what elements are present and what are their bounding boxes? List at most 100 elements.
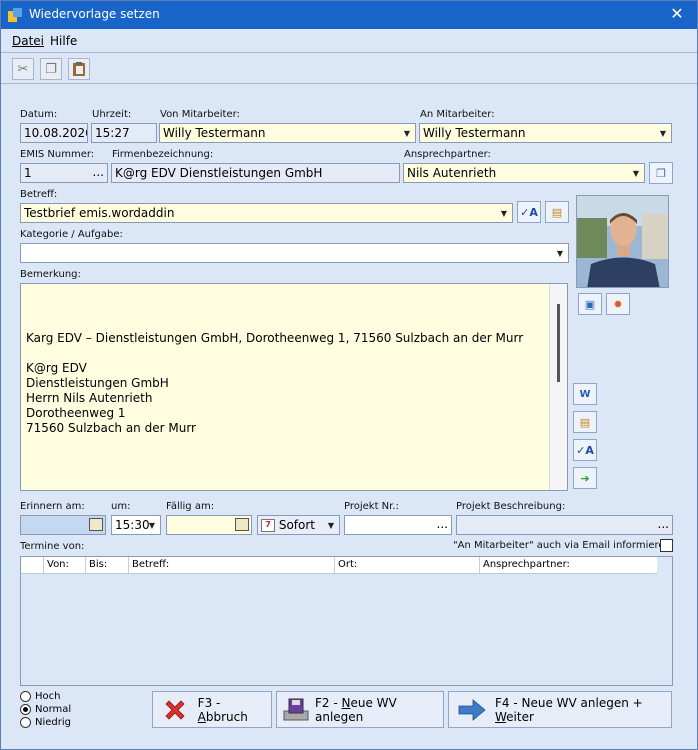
uhrzeit-label: Uhrzeit: — [92, 109, 132, 120]
bemerkung-label: Bemerkung: — [20, 269, 81, 280]
save-disk-shape — [283, 698, 309, 720]
an-mitarbeiter-label: An Mitarbeiter: — [420, 109, 495, 120]
ansprechpartner-label: Ansprechpartner: — [404, 149, 491, 160]
column-betreff[interactable]: Betreff: — [132, 559, 169, 570]
email-informieren-checkbox[interactable] — [660, 539, 673, 552]
erinnern-date-field[interactable] — [20, 515, 106, 535]
column-von[interactable]: Von: — [47, 559, 69, 570]
termine-grid[interactable]: Von: Bis: Betreff: Ort: Ansprechpartner: — [20, 556, 673, 686]
calendar-icon[interactable] — [89, 518, 103, 531]
bemerkung-line: Herrn Nils Autenrieth — [26, 391, 153, 405]
arrow-right-shape — [458, 698, 486, 721]
projekt-browse-button[interactable]: ... — [437, 517, 448, 531]
column-separator — [128, 557, 129, 574]
ansprechpartner-value: Nils Autenrieth — [407, 166, 497, 180]
close-icon[interactable]: ✕ — [667, 4, 687, 23]
bemerkung-textarea[interactable]: Karg EDV – Dienstleistungen GmbH, Doroth… — [20, 283, 568, 491]
priority-normal-label: Normal — [35, 704, 72, 715]
toolbar: ✂ ❐ — [1, 54, 697, 84]
bemerkung-line: Dorotheenweg 1 — [26, 406, 126, 420]
kategorie-select[interactable]: ▼ — [20, 243, 569, 263]
column-ort[interactable]: Ort: — [338, 559, 357, 570]
memo-clipboard-button[interactable]: ▤ — [573, 411, 597, 433]
clipboard-icon: ▤ — [579, 415, 591, 429]
projekt-nr-label: Projekt Nr.: — [344, 501, 399, 512]
avatar — [577, 196, 668, 287]
cut-icon[interactable]: ✂ — [12, 58, 34, 80]
photo-picture-button[interactable]: ▣ — [578, 293, 602, 315]
emis-browse-button[interactable]: ... — [93, 165, 104, 179]
copy-icon[interactable]: ❐ — [40, 58, 62, 80]
ansprechpartner-copy-button[interactable]: ❐ — [649, 162, 673, 184]
spellcheck-icon: ✓A — [576, 443, 594, 457]
projekt-beschreibung-field[interactable]: ... — [456, 515, 673, 535]
column-bis[interactable]: Bis: — [89, 559, 107, 570]
priority-niedrig[interactable]: Niedrig — [20, 717, 71, 728]
von-mitarbeiter-select[interactable]: Willy Testermann ▼ — [159, 123, 416, 143]
column-separator — [479, 557, 480, 574]
abbruch-button[interactable]: F3 - Abbruch — [152, 691, 272, 728]
faellig-date-field[interactable] — [166, 515, 252, 535]
ansprechpartner-select[interactable]: Nils Autenrieth ▼ — [403, 163, 645, 183]
bemerkung-line: Dienstleistungen GmbH — [26, 376, 169, 390]
window-title: Wiedervorlage setzen — [29, 7, 160, 21]
um-time-select[interactable]: 15:30 ▼ — [111, 515, 161, 535]
priority-normal[interactable]: Normal — [20, 704, 71, 715]
copy-pages-icon: ❐ — [656, 166, 666, 180]
menu-datei[interactable]: Datei — [12, 34, 44, 48]
firmenbezeichnung-field[interactable]: K@rg EDV Dienstleistungen GmbH — [111, 163, 400, 183]
priority-hoch[interactable]: Hoch — [20, 691, 60, 702]
bemerkung-scroll-thumb[interactable] — [557, 304, 560, 382]
radio-circle — [20, 691, 31, 702]
window: Wiedervorlage setzen ✕ Datei Hilfe ✂ ❐ D… — [0, 0, 698, 750]
spellcheck-icon: ✓A — [520, 205, 538, 219]
projekt-beschreibung-browse-button[interactable]: ... — [658, 517, 669, 531]
weiter-prefix: F4 - Neue WV anlegen + — [495, 695, 643, 710]
betreff-clipboard-button[interactable]: ▤ — [545, 201, 569, 223]
abbruch-key: A — [197, 709, 206, 724]
cancel-x-icon — [161, 696, 190, 724]
priority-hoch-label: Hoch — [35, 691, 61, 702]
uhrzeit-field[interactable]: 15:27 — [91, 123, 157, 143]
column-ansprechpartner[interactable]: Ansprechpartner: — [483, 559, 570, 570]
memo-spellcheck-button[interactable]: ✓A — [573, 439, 597, 461]
memo-export-button[interactable]: ➔ — [573, 467, 597, 489]
contact-photo — [576, 195, 669, 288]
column-separator — [43, 557, 44, 574]
kategorie-label: Kategorie / Aufgabe: — [20, 229, 123, 240]
photo-edit-button[interactable]: ✹ — [606, 293, 630, 315]
neue-wv-anlegen-button[interactable]: F2 - Neue WV anlegen — [276, 691, 444, 728]
radio-circle — [20, 717, 31, 728]
paste-icon[interactable] — [68, 58, 90, 80]
calendar-day-icon: 7 — [261, 519, 275, 532]
neue-wv-weiter-label: F4 - Neue WV anlegen + Weiter — [495, 696, 671, 724]
column-separator — [334, 557, 335, 574]
export-arrow-icon: ➔ — [580, 471, 590, 485]
faellig-label: Fällig am: — [166, 501, 215, 512]
neue-wv-weiter-button[interactable]: F4 - Neue WV anlegen + Weiter — [448, 691, 672, 728]
bemerkung-line: 71560 Sulzbach an der Murr — [26, 421, 196, 435]
photo-star-icon: ✹ — [613, 297, 623, 311]
menu-bar: Datei Hilfe — [1, 29, 697, 53]
an-mitarbeiter-select[interactable]: Willy Testermann ▼ — [419, 123, 672, 143]
abbruch-rest: bbruch — [205, 709, 248, 724]
emis-nummer-value: 1 — [24, 166, 32, 180]
von-mitarbeiter-value: Willy Testermann — [163, 126, 266, 140]
projekt-nr-field[interactable]: ... — [344, 515, 452, 535]
menu-hilfe[interactable]: Hilfe — [50, 34, 77, 48]
chevron-down-icon: ▼ — [327, 520, 335, 530]
emis-nummer-field[interactable]: 1 ... — [20, 163, 108, 183]
betreff-select[interactable]: Testbrief emis.wordaddin ▼ — [20, 203, 513, 223]
spellcheck-button[interactable]: ✓A — [517, 201, 541, 223]
menu-datei-label: Datei — [12, 34, 45, 48]
radio-circle-selected — [20, 704, 31, 715]
weiter-rest: eiter — [506, 709, 534, 724]
arrow-right-icon — [457, 696, 487, 724]
word-document-button[interactable]: W — [573, 383, 597, 405]
erinnern-label: Erinnern am: — [20, 501, 85, 512]
sofort-select[interactable]: 7 Sofort ▼ — [257, 515, 340, 535]
calendar-icon[interactable] — [235, 518, 249, 531]
chevron-down-icon: ▼ — [556, 248, 564, 258]
datum-field[interactable]: 10.08.2026 — [20, 123, 88, 143]
projekt-beschreibung-label: Projekt Beschreibung: — [456, 501, 566, 512]
